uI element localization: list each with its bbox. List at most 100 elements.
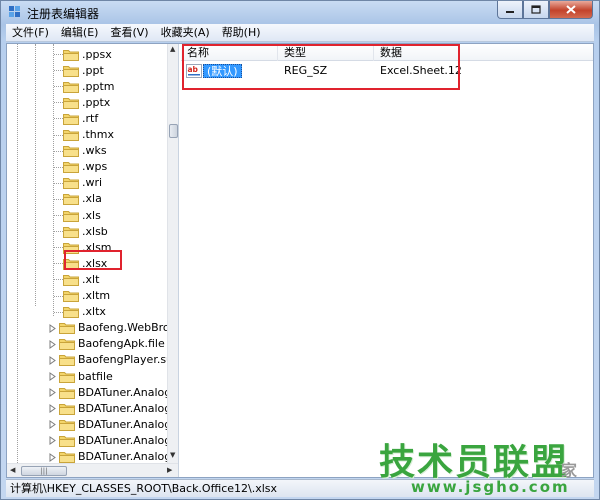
tree-root-item[interactable]: batfile	[59, 368, 113, 384]
tree-item-label: BaofengApk.file	[78, 337, 165, 351]
tree-item-xltx[interactable]: .xltx	[63, 304, 106, 320]
tree-item-pptm[interactable]: .pptm	[63, 78, 115, 94]
folder-icon	[59, 452, 75, 463]
values-pane: 名称 类型 数据 ab (默认) REG_SZ Excel.Sheet.12	[181, 44, 593, 477]
menu-favorites[interactable]: 收藏夹(A)	[155, 24, 216, 42]
tree-item-label: .xlt	[82, 272, 100, 286]
tree-root-item[interactable]: BaofengApk.file	[59, 336, 165, 352]
folder-icon	[63, 210, 79, 222]
scroll-down-icon[interactable]: ▼	[170, 451, 175, 459]
svg-text:ab: ab	[188, 65, 199, 74]
folder-icon	[59, 419, 75, 431]
title-bar[interactable]: 注册表编辑器	[1, 1, 599, 23]
tree-item-ppsx[interactable]: .ppsx	[63, 46, 112, 62]
tree-connector	[53, 44, 54, 316]
expand-arrow-icon[interactable]	[49, 388, 56, 398]
tree-item-label: .xlsm	[82, 240, 112, 254]
tree-root-item[interactable]: BaofengPlayer.sup	[59, 352, 167, 368]
folder-icon	[63, 146, 79, 158]
tree-root-item[interactable]: BDATuner.AnalogL	[59, 432, 167, 448]
expand-arrow-icon[interactable]	[49, 323, 56, 333]
key-tree: .ppsx .ppt .pptm .pptx .rtf .thmx .wks .wps .wri…	[7, 44, 167, 463]
tree-item-label: .xlsx	[82, 256, 108, 270]
tree-item-label: .xltm	[82, 289, 111, 302]
tree-item-label: .pptx	[82, 95, 111, 109]
tree-connector	[54, 166, 63, 168]
expand-arrow-icon[interactable]	[49, 436, 56, 446]
tree-item-label: .xls	[82, 208, 101, 222]
tree-item-ppt[interactable]: .ppt	[63, 62, 104, 78]
tree-horizontal-scrollbar[interactable]: ◀ ||| ▶	[7, 463, 178, 477]
tree-item-xlt[interactable]: .xlt	[63, 271, 99, 287]
tree-root-item[interactable]: BDATuner.AnalogL	[59, 416, 167, 432]
tree-item-label: BDATuner.AnalogR	[78, 450, 167, 463]
folder-icon	[63, 113, 79, 125]
expand-arrow-icon[interactable]	[49, 355, 56, 365]
tree-item-wks[interactable]: .wks	[63, 143, 107, 159]
folder-icon	[63, 226, 79, 238]
tree-item-label: .rtf	[82, 111, 99, 125]
folder-icon	[63, 130, 79, 141]
column-header-data[interactable]: 数据	[374, 44, 593, 61]
tree-item-rtf[interactable]: .rtf	[63, 110, 98, 126]
column-header-type[interactable]: 类型	[278, 44, 374, 61]
scroll-up-icon[interactable]: ▲	[170, 45, 175, 53]
tree-root-item[interactable]: Baofeng.WebBrow	[59, 320, 167, 336]
expand-arrow-icon[interactable]	[49, 339, 56, 349]
tree-item-pptx[interactable]: .pptx	[63, 94, 110, 110]
column-header-name[interactable]: 名称	[181, 44, 278, 61]
tree-root-item[interactable]: BDATuner.AnalogA	[59, 400, 167, 416]
value-row-default[interactable]: ab (默认) REG_SZ Excel.Sheet.12	[181, 63, 593, 79]
folder-icon	[63, 162, 79, 174]
close-button[interactable]	[549, 1, 593, 19]
maximize-button[interactable]	[523, 1, 549, 19]
menu-edit[interactable]: 编辑(E)	[55, 24, 105, 42]
tree-root-item[interactable]: BDATuner.AnalogR	[59, 449, 167, 463]
tree-item-wri[interactable]: .wri	[63, 175, 102, 191]
tree-item-label: .thmx	[82, 128, 115, 141]
tree-item-label: .ppsx	[82, 47, 112, 61]
tree-item-xls[interactable]: .xls	[63, 207, 101, 223]
tree-vertical-scrollbar[interactable]: ▲ ▼	[167, 44, 178, 463]
tree-connector	[54, 247, 63, 249]
client-area: .ppsx .ppt .pptm .pptx .rtf .thmx .wks .wps .wri…	[6, 43, 594, 478]
values-column-header: 名称 类型 数据	[181, 44, 593, 61]
tree-item-thmx[interactable]: .thmx	[63, 127, 114, 143]
folder-icon	[59, 371, 75, 383]
close-icon	[566, 5, 576, 14]
menu-bar: 文件(F) 编辑(E) 查看(V) 收藏夹(A) 帮助(H)	[6, 24, 594, 42]
scroll-right-icon[interactable]: ▶	[167, 466, 172, 474]
scroll-left-icon[interactable]: ◀	[10, 466, 15, 474]
value-data: Excel.Sheet.12	[380, 64, 462, 77]
folder-icon	[63, 49, 79, 61]
menu-file[interactable]: 文件(F)	[6, 24, 55, 42]
value-name[interactable]: (默认)	[203, 64, 242, 78]
tree-item-xlsx[interactable]: .xlsx	[63, 255, 107, 271]
folder-icon	[63, 274, 79, 286]
tree-item-xlsm[interactable]: .xlsm	[63, 239, 112, 255]
tree-connector	[54, 70, 63, 72]
tree-item-label: BaofengPlayer.sup	[78, 353, 167, 367]
expand-arrow-icon[interactable]	[49, 452, 56, 462]
tree-item-xltm[interactable]: .xltm	[63, 288, 110, 304]
expand-arrow-icon[interactable]	[49, 372, 56, 381]
tree-item-label: .wps	[82, 160, 108, 174]
tree-item-xla[interactable]: .xla	[63, 191, 102, 207]
tree-connector	[54, 231, 63, 233]
expand-arrow-icon[interactable]	[49, 404, 56, 414]
tree-item-label: .xltx	[82, 305, 106, 319]
menu-help[interactable]: 帮助(H)	[216, 24, 267, 42]
value-type: REG_SZ	[284, 64, 328, 77]
registry-editor-window: 注册表编辑器 文件(F) 编辑(E) 查看(V) 收藏夹(A) 帮助(H) .p…	[0, 0, 600, 500]
minimize-button[interactable]	[497, 1, 523, 19]
folder-icon	[63, 97, 79, 109]
tree-item-wps[interactable]: .wps	[63, 159, 107, 175]
tree-hscroll-thumb[interactable]: |||	[21, 466, 67, 476]
tree-connector	[54, 118, 63, 120]
tree-scroll-thumb[interactable]	[169, 124, 178, 138]
tree-item-label: .xla	[82, 192, 102, 206]
menu-view[interactable]: 查看(V)	[104, 24, 154, 42]
tree-root-item[interactable]: BDATuner.AnalogA	[59, 384, 167, 400]
tree-item-xlsb[interactable]: .xlsb	[63, 223, 108, 239]
expand-arrow-icon[interactable]	[49, 420, 56, 430]
